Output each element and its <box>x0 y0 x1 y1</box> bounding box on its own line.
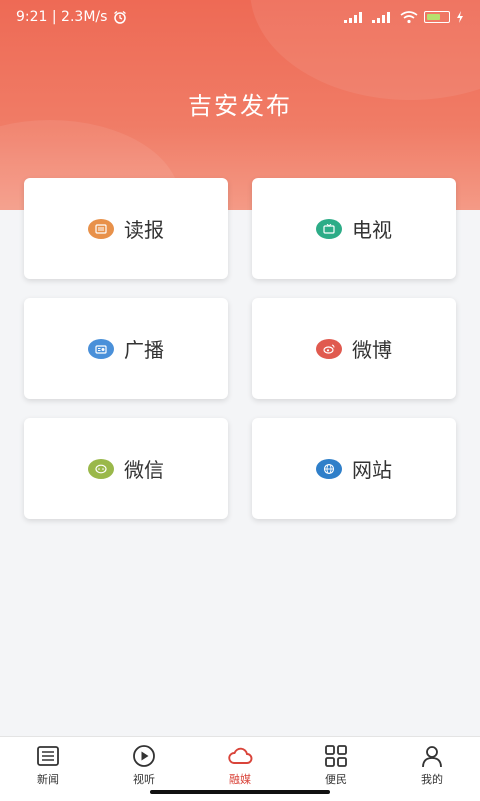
cloud-icon <box>227 743 253 769</box>
tab-news[interactable]: 新闻 <box>0 737 96 801</box>
card-weibo[interactable]: 微博 <box>252 298 456 399</box>
wifi-icon <box>400 10 418 24</box>
website-icon <box>316 459 342 479</box>
tab-label: 视听 <box>133 771 155 787</box>
card-tv[interactable]: 电视 <box>252 178 456 279</box>
tab-label: 新闻 <box>37 771 59 787</box>
weibo-icon <box>316 339 342 359</box>
tab-label: 我的 <box>421 771 443 787</box>
card-label: 电视 <box>352 214 392 243</box>
card-radio[interactable]: 广播 <box>24 298 228 399</box>
charging-icon <box>456 11 464 23</box>
list-icon <box>35 743 61 769</box>
battery-icon <box>424 11 450 23</box>
card-label: 广播 <box>124 334 164 363</box>
signal-icon <box>344 12 366 23</box>
card-website[interactable]: 网站 <box>252 418 456 519</box>
tab-label: 便民 <box>325 771 347 787</box>
page-title: 吉安发布 <box>0 86 480 121</box>
alarm-icon <box>113 10 127 24</box>
home-indicator[interactable] <box>150 790 330 794</box>
user-icon <box>419 743 445 769</box>
status-time-speed: 9:21 | 2.3M/s <box>16 9 107 25</box>
tv-icon <box>316 219 342 239</box>
newspaper-icon <box>88 219 114 239</box>
tab-profile[interactable]: 我的 <box>384 737 480 801</box>
radio-icon <box>88 339 114 359</box>
card-wechat[interactable]: 微信 <box>24 418 228 519</box>
card-label: 微博 <box>352 334 392 363</box>
tab-label: 融媒 <box>229 771 251 787</box>
card-label: 微信 <box>124 454 164 483</box>
card-label: 读报 <box>124 214 164 243</box>
status-bar: 9:21 | 2.3M/s <box>0 0 480 34</box>
wechat-icon <box>88 459 114 479</box>
card-newspaper[interactable]: 读报 <box>24 178 228 279</box>
signal-icon <box>372 12 394 23</box>
play-icon <box>131 743 157 769</box>
card-label: 网站 <box>352 454 392 483</box>
grid-icon <box>323 743 349 769</box>
